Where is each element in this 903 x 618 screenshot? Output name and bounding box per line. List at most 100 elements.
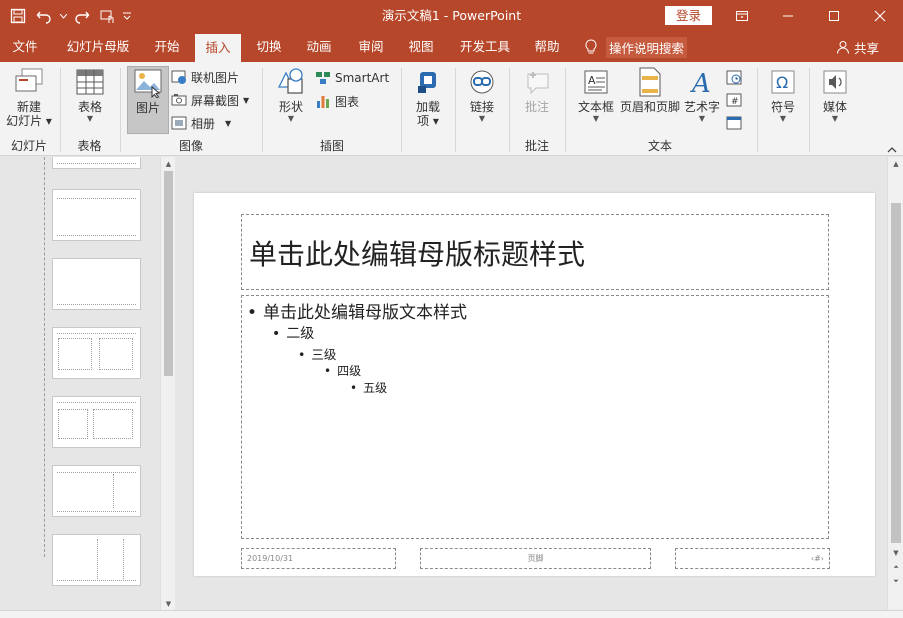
screenshot-button[interactable]: 屏幕截图 ▼ [171, 90, 249, 110]
group-links: 链接 ▼ [456, 62, 508, 156]
collapse-ribbon-icon[interactable] [887, 143, 897, 153]
link-button[interactable]: 链接 ▼ [462, 66, 502, 124]
undo-icon[interactable] [32, 4, 56, 28]
bullet-level-2[interactable]: •二级 [272, 323, 314, 343]
chevron-down-icon[interactable] [58, 4, 68, 28]
share-button[interactable]: 共享 [836, 32, 879, 62]
scroll-down-icon[interactable]: ▼ [888, 546, 903, 559]
tab-help[interactable]: 帮助 [526, 32, 568, 62]
comment-button[interactable]: 批注 [518, 66, 556, 114]
scrollbar-thumb[interactable] [164, 171, 173, 376]
bullet-level-5[interactable]: •五级 [350, 379, 387, 396]
tab-animations[interactable]: 动画 [298, 32, 340, 62]
photo-album-button[interactable]: 相册 ▼ [171, 113, 231, 133]
bullet-level-1[interactable]: •单击此处编辑母版文本样式 [247, 298, 467, 323]
shapes-button[interactable]: 形状 ▼ [271, 66, 311, 124]
shapes-icon [275, 66, 307, 98]
layout-thumbnail[interactable] [52, 189, 141, 241]
chevron-down-icon: ▼ [462, 114, 502, 124]
new-slide-icon [13, 66, 45, 98]
previous-slide-icon[interactable]: ⏶ [888, 561, 903, 574]
picture-button[interactable]: 图片 [127, 66, 169, 134]
table-icon [74, 66, 106, 98]
layout-thumbnail[interactable] [52, 327, 141, 379]
layout-thumbnail[interactable] [52, 396, 141, 448]
scrollbar-thumb[interactable] [891, 203, 901, 543]
chart-button[interactable]: 图表 [315, 91, 359, 111]
save-icon[interactable] [6, 4, 30, 28]
slide-number-placeholder[interactable]: ‹#› [675, 548, 830, 569]
new-slide-button[interactable]: 新建 幻灯片 ▾ [4, 66, 54, 128]
tab-slide-master[interactable]: 幻灯片母版 [58, 32, 138, 62]
media-label: 媒体 [815, 100, 855, 114]
slide-number-button[interactable]: # [726, 90, 742, 110]
tab-home[interactable]: 开始 [146, 32, 188, 62]
scroll-down-icon[interactable]: ▼ [161, 597, 176, 610]
chevron-down-icon: ▼ [67, 114, 113, 124]
screenshot-label: 屏幕截图 [191, 92, 239, 109]
tab-file[interactable]: 文件 [2, 32, 48, 62]
online-picture-button[interactable]: 联机图片 [171, 67, 239, 87]
tell-me-search[interactable]: 操作说明搜索 [584, 32, 687, 62]
chevron-down-icon: ▼ [243, 96, 249, 105]
addins-button[interactable]: 加载 项 ▾ [407, 66, 449, 128]
layout-thumbnail[interactable] [52, 258, 141, 310]
title-placeholder[interactable]: 单击此处编辑母版标题样式 [241, 214, 829, 290]
online-picture-icon [171, 69, 187, 85]
wordart-button[interactable]: A 艺术字 ▼ [682, 66, 722, 124]
tab-review[interactable]: 审阅 [350, 32, 392, 62]
quick-access-toolbar [6, 0, 132, 32]
status-bar [0, 610, 903, 618]
customize-qat-icon[interactable] [122, 4, 132, 28]
media-button[interactable]: 媒体 ▼ [815, 66, 855, 124]
table-button[interactable]: 表格 ▼ [67, 66, 113, 124]
smartart-label: SmartArt [335, 71, 389, 85]
layout-thumbnail[interactable] [52, 534, 141, 586]
tab-view[interactable]: 视图 [400, 32, 442, 62]
chevron-down-icon: ▼ [763, 114, 803, 124]
header-footer-label: 页眉和页脚 [617, 100, 683, 114]
close-icon[interactable] [857, 0, 903, 32]
footer-placeholder[interactable]: 页脚 [420, 548, 651, 569]
redo-icon[interactable] [70, 4, 94, 28]
date-placeholder[interactable]: 2019/10/31 [241, 548, 396, 569]
next-slide-icon[interactable]: ⏷ [888, 575, 903, 588]
body-placeholder[interactable]: •单击此处编辑母版文本样式 •二级 •三级 •四级 •五级 [241, 295, 829, 539]
tab-insert[interactable]: 插入 [195, 34, 241, 62]
layout-thumbnail[interactable] [52, 157, 141, 169]
master-title-text[interactable]: 单击此处编辑母版标题样式 [249, 233, 585, 273]
window-controls [719, 0, 903, 32]
object-icon [726, 115, 742, 131]
new-slide-label-1: 新建 [4, 100, 54, 114]
maximize-icon[interactable] [811, 0, 857, 32]
tab-transitions[interactable]: 切换 [248, 32, 290, 62]
group-illustrations: 形状 ▼ SmartArt 图表 插图 [263, 62, 401, 156]
bullet-level-3[interactable]: •三级 [298, 344, 336, 363]
header-footer-button[interactable]: 页眉和页脚 [617, 66, 683, 114]
editor-scrollbar[interactable]: ▲ ▼ ⏶ ⏷ [887, 157, 903, 610]
minimize-icon[interactable] [765, 0, 811, 32]
date-time-button[interactable] [726, 67, 742, 87]
thumbnails-scrollbar[interactable]: ▲ ▼ [160, 157, 175, 610]
layout-thumbnail[interactable] [52, 465, 141, 517]
login-button[interactable]: 登录 [665, 6, 712, 25]
scroll-up-icon[interactable]: ▲ [161, 157, 176, 170]
textbox-button[interactable]: A 文本框 ▼ [574, 66, 618, 124]
group-tables: 表格 ▼ 表格 [61, 62, 118, 156]
touch-mode-icon[interactable] [96, 4, 120, 28]
photo-album-icon [171, 115, 187, 131]
slide-number-icon: # [726, 92, 742, 108]
group-media: 媒体 ▼ [810, 62, 860, 156]
ribbon-display-options-icon[interactable] [719, 0, 765, 32]
scroll-up-icon[interactable]: ▲ [888, 157, 903, 170]
ribbon-insert: 新建 幻灯片 ▾ 幻灯片 表格 ▼ 表格 图片 联机图片 屏 [0, 62, 903, 156]
bullet-level-4[interactable]: •四级 [324, 362, 361, 379]
shapes-label: 形状 [271, 100, 311, 114]
tab-developer[interactable]: 开发工具 [452, 32, 518, 62]
symbol-button[interactable]: Ω 符号 ▼ [763, 66, 803, 124]
textbox-label: 文本框 [574, 100, 618, 114]
object-button[interactable] [726, 113, 742, 133]
smartart-button[interactable]: SmartArt [315, 68, 389, 88]
group-comments: 批注 批注 [510, 62, 564, 156]
date-time-icon [726, 69, 742, 85]
